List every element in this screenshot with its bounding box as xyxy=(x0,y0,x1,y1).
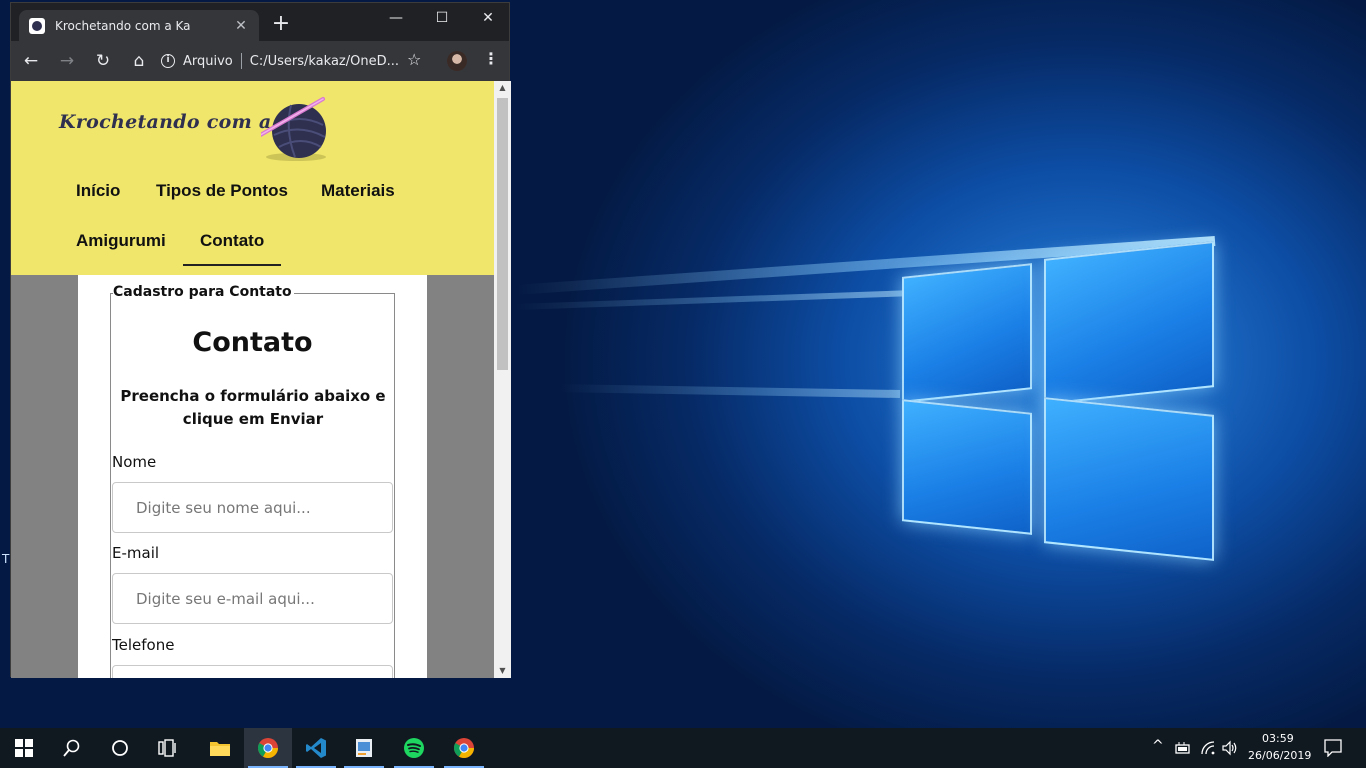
clock-time[interactable]: 03:59 xyxy=(1262,732,1294,745)
site-favicon-icon xyxy=(29,17,45,34)
url-text[interactable]: C:/Users/kakaz/OneD... xyxy=(250,54,399,69)
name-label: Nome xyxy=(112,453,157,471)
nav-item-contato[interactable]: Contato xyxy=(200,231,264,251)
chrome-icon[interactable] xyxy=(440,728,488,768)
content-panel: Cadastro para Contato Contato Preencha o… xyxy=(78,275,427,678)
maximize-button[interactable]: ☐ xyxy=(419,7,465,29)
new-tab-button[interactable]: + xyxy=(269,13,293,35)
cortana-icon[interactable] xyxy=(96,728,144,768)
title-bar[interactable]: Krochetando com a Ka ✕ + — ☐ ✕ xyxy=(11,3,509,41)
windows-logo-pane xyxy=(1044,397,1214,561)
tab-close-icon[interactable]: ✕ xyxy=(233,18,249,34)
light-beam xyxy=(515,290,916,310)
forward-icon[interactable]: → xyxy=(51,51,83,71)
action-center-icon[interactable] xyxy=(1324,739,1342,757)
nav-item-inicio[interactable]: Início xyxy=(76,181,120,201)
task-view-icon[interactable] xyxy=(144,728,192,768)
profile-avatar[interactable] xyxy=(447,51,467,71)
photo-app-icon[interactable] xyxy=(340,728,388,768)
browser-toolbar: ← → ↻ ⌂ i Arquivo C:/Users/kakaz/OneD...… xyxy=(11,41,509,81)
page-scrollbar[interactable]: ▲ ▼ xyxy=(494,81,511,678)
scroll-up-icon[interactable]: ▲ xyxy=(494,81,511,95)
vscode-icon[interactable] xyxy=(292,728,340,768)
reload-icon[interactable]: ↻ xyxy=(87,51,119,71)
chrome-icon[interactable] xyxy=(244,728,292,768)
origin-label: Arquivo xyxy=(183,53,233,69)
wifi-icon[interactable] xyxy=(1200,740,1216,756)
light-beam xyxy=(559,384,901,398)
phone-label: Telefone xyxy=(112,636,175,654)
file-explorer-icon[interactable] xyxy=(196,728,244,768)
fieldset-legend: Cadastro para Contato xyxy=(113,284,294,300)
name-input[interactable] xyxy=(112,482,393,533)
power-plug-icon[interactable] xyxy=(1174,741,1192,755)
info-icon[interactable]: i xyxy=(161,54,175,68)
nav-item-amigurumi[interactable]: Amigurumi xyxy=(76,231,166,251)
address-separator xyxy=(240,53,242,69)
clock-date[interactable]: 26/06/2019 xyxy=(1248,749,1311,762)
address-bar[interactable]: i Arquivo C:/Users/kakaz/OneD... xyxy=(151,47,421,75)
spotify-icon[interactable] xyxy=(390,728,438,768)
scroll-down-icon[interactable]: ▼ xyxy=(494,664,511,678)
windows-start-icon[interactable] xyxy=(0,728,48,768)
taskbar: ^ 03:59 26/06/2019 xyxy=(0,728,1366,768)
browser-tab[interactable]: Krochetando com a Ka ✕ xyxy=(19,10,259,41)
email-label: E-mail xyxy=(112,544,160,562)
email-input[interactable] xyxy=(112,573,393,624)
browser-window: Krochetando com a Ka ✕ + — ☐ ✕ ← → ↻ ⌂ i… xyxy=(10,2,511,678)
nav-item-materiais[interactable]: Materiais xyxy=(321,181,395,201)
yarn-ball-icon xyxy=(261,97,326,161)
windows-logo-pane xyxy=(1044,241,1214,405)
search-icon[interactable] xyxy=(48,728,96,768)
page-viewport: Krochetando com a Ka Início Tipos de Pon… xyxy=(11,81,494,678)
form-title: Contato xyxy=(192,327,313,358)
tab-title: Krochetando com a Ka xyxy=(55,18,191,33)
phone-input[interactable] xyxy=(112,665,393,678)
active-nav-indicator xyxy=(183,264,281,266)
minimize-button[interactable]: — xyxy=(373,7,419,29)
tray-overflow-icon[interactable]: ^ xyxy=(1152,738,1164,754)
bookmark-star-icon[interactable]: ☆ xyxy=(407,50,421,69)
nav-item-tipos-de-pontos[interactable]: Tipos de Pontos xyxy=(156,181,288,201)
windows-logo-pane xyxy=(902,263,1032,403)
close-window-button[interactable]: ✕ xyxy=(465,7,511,29)
site-header: Krochetando com a Ka Início Tipos de Pon… xyxy=(11,81,494,275)
windows-logo-pane xyxy=(902,399,1032,535)
browser-menu-icon[interactable]: ⋮ xyxy=(483,49,499,68)
form-subtitle: Preencha o formulário abaixo e clique em… xyxy=(120,387,386,428)
desktop-icon-label[interactable]: T xyxy=(2,552,9,566)
volume-icon[interactable] xyxy=(1222,740,1238,756)
back-icon[interactable]: ← xyxy=(15,51,47,71)
scroll-thumb[interactable] xyxy=(497,98,508,370)
